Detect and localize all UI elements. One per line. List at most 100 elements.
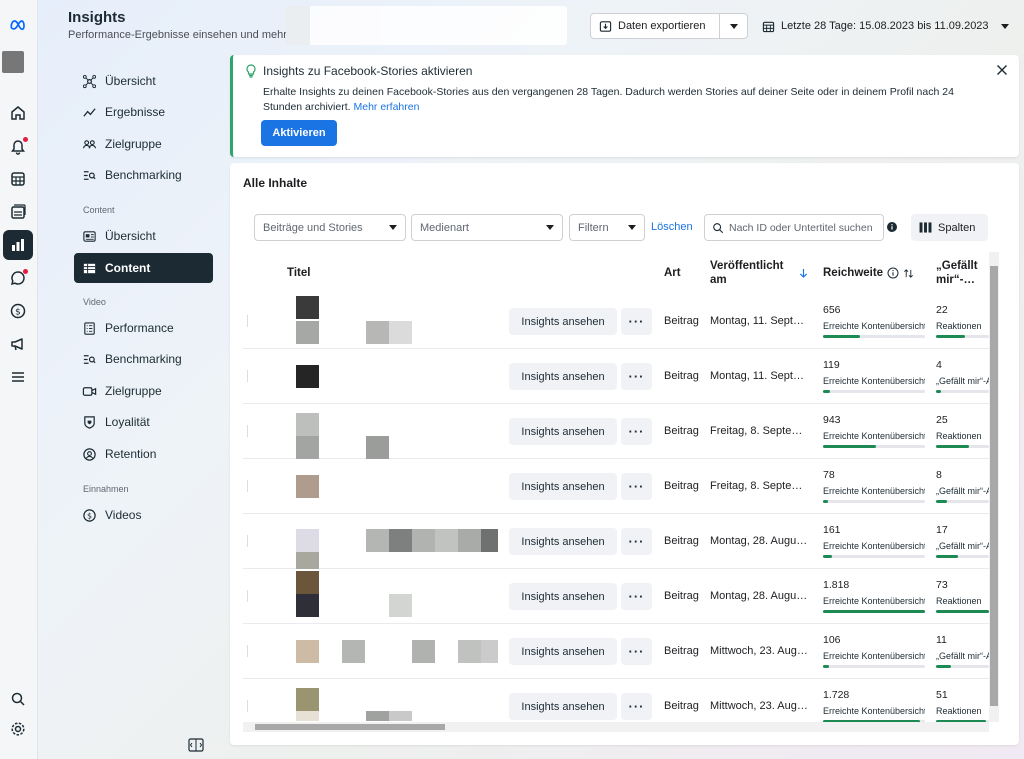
svg-text:$: $ [15, 308, 21, 318]
reach-bar [823, 500, 925, 503]
sidebar-item-benchmarking[interactable]: Benchmarking [74, 160, 213, 190]
sidebar-item-videos[interactable]: $ Videos [74, 500, 213, 530]
settings-gear-icon[interactable] [3, 714, 33, 744]
sidebar-item-retention[interactable]: Retention [74, 439, 213, 469]
meta-logo-icon[interactable] [3, 9, 33, 39]
post-date: Freitag, 8. September 2023 [710, 480, 810, 492]
view-insights-button[interactable]: Insights ansehen [509, 308, 617, 335]
inbox-icon[interactable] [3, 263, 33, 293]
search-icon[interactable] [3, 684, 33, 714]
view-insights-button[interactable]: Insights ansehen [509, 473, 617, 500]
column-header-published[interactable]: Veröffentlicht am [710, 252, 810, 294]
column-header-title[interactable]: Titel [287, 252, 310, 294]
sidebar-item-label: Übersicht [105, 74, 156, 88]
view-insights-button[interactable]: Insights ansehen [509, 583, 617, 610]
sidebar-item-label: Zielgruppe [105, 384, 162, 398]
view-insights-button[interactable]: Insights ansehen [509, 363, 617, 390]
sidebar-item-loyalty[interactable]: Loyalität [74, 407, 213, 437]
menu-icon[interactable] [3, 362, 33, 392]
notifications-icon[interactable] [3, 131, 33, 161]
info-icon[interactable] [887, 222, 897, 232]
reach-bar [823, 610, 925, 613]
column-header-likes[interactable]: „Gefällt mir“-… [936, 252, 989, 294]
post-type-filter[interactable]: Beiträge und Stories [254, 214, 406, 241]
sidebar-item-audience[interactable]: Zielgruppe [74, 129, 213, 159]
more-options-icon[interactable]: ··· [621, 363, 652, 390]
post-date: Montag, 11. September 2023 [710, 370, 810, 382]
activate-button[interactable]: Aktivieren [261, 120, 337, 146]
row-select[interactable] [247, 370, 253, 382]
close-icon[interactable] [995, 63, 1009, 77]
row-select[interactable] [247, 700, 253, 712]
home-icon[interactable] [3, 98, 33, 128]
sidebar-item-label: Zielgruppe [105, 137, 162, 151]
more-options-icon[interactable]: ··· [621, 528, 652, 555]
more-options-icon[interactable]: ··· [621, 418, 652, 445]
video-camera-icon [82, 386, 97, 396]
collapse-sidebar-icon[interactable] [188, 738, 204, 752]
search-input[interactable] [729, 221, 879, 234]
view-insights-button[interactable]: Insights ansehen [509, 693, 617, 720]
post-thumbnails [255, 349, 498, 404]
date-range-picker[interactable]: Letzte 28 Tage: 15.08.2023 bis 11.09.202… [762, 13, 1009, 39]
likes-label: „Gefällt mir“-Angaben [936, 376, 989, 386]
row-select[interactable] [247, 645, 253, 657]
table-header: Titel Art Veröffentlicht am Reichweite „… [243, 252, 989, 294]
likes-bar [936, 445, 989, 448]
monetization-icon[interactable]: $ [3, 296, 33, 326]
more-options-icon[interactable]: ··· [621, 308, 652, 335]
filter-label: Beiträge und Stories [263, 221, 363, 234]
sidebar-item-results[interactable]: Ergebnisse [74, 97, 213, 127]
reach-label: Erreichte Kontenübersicht [823, 651, 925, 661]
info-icon [887, 267, 899, 279]
post-thumbnails [255, 624, 498, 679]
more-options-icon[interactable]: ··· [621, 473, 652, 500]
learn-more-link[interactable]: Mehr erfahren [353, 101, 419, 113]
likes-bar [936, 500, 989, 503]
sidebar-item-video-audience[interactable]: Zielgruppe [74, 376, 213, 406]
sidebar-item-label: Loyalität [105, 415, 150, 429]
sidebar-item-content[interactable]: Content [74, 253, 213, 283]
sidebar-item-video-benchmarking[interactable]: Benchmarking [74, 344, 213, 374]
sidebar-item-content-overview[interactable]: Übersicht [74, 221, 213, 251]
column-header-type[interactable]: Art [664, 252, 681, 294]
horizontal-scroll-thumb[interactable] [255, 724, 445, 730]
column-header-reach[interactable]: Reichweite [823, 252, 914, 294]
likes-value: 25 [936, 414, 948, 426]
export-data-label: Daten exportieren [618, 20, 706, 32]
clear-filters-link[interactable]: Löschen [651, 221, 693, 233]
view-insights-button[interactable]: Insights ansehen [509, 638, 617, 665]
insights-icon[interactable] [3, 230, 33, 260]
planner-icon[interactable] [3, 164, 33, 194]
page-avatar[interactable] [2, 51, 24, 73]
ads-megaphone-icon[interactable] [3, 329, 33, 359]
more-options-icon[interactable]: ··· [621, 638, 652, 665]
columns-button[interactable]: Spalten [911, 214, 988, 241]
horizontal-scrollbar[interactable] [243, 722, 989, 732]
export-options-dropdown[interactable] [720, 13, 748, 39]
likes-bar [936, 610, 989, 613]
row-select[interactable] [247, 425, 253, 437]
sidebar-item-overview[interactable]: Übersicht [74, 66, 213, 96]
export-data-button[interactable]: Daten exportieren [590, 13, 720, 39]
post-date: Mittwoch, 23. August 2023 [710, 645, 810, 657]
media-type-filter[interactable]: Medienart [411, 214, 563, 241]
vertical-scroll-thumb[interactable] [990, 266, 998, 706]
reach-cell: 656 Erreichte Kontenübersicht [823, 304, 925, 338]
filter-dropdown[interactable]: Filtern [569, 214, 645, 241]
reach-label: Erreichte Kontenübersicht [823, 431, 925, 441]
row-select[interactable] [247, 590, 253, 602]
likes-value: 22 [936, 304, 948, 316]
row-select[interactable] [247, 480, 253, 492]
lightbulb-icon [246, 64, 256, 78]
sidebar-item-label: Performance [105, 321, 174, 335]
more-options-icon[interactable]: ··· [621, 583, 652, 610]
row-select[interactable] [247, 535, 253, 547]
content-library-icon[interactable] [3, 197, 33, 227]
more-options-icon[interactable]: ··· [621, 693, 652, 720]
vertical-scrollbar[interactable] [989, 252, 999, 722]
sidebar-item-performance[interactable]: Performance [74, 313, 213, 343]
view-insights-button[interactable]: Insights ansehen [509, 418, 617, 445]
view-insights-button[interactable]: Insights ansehen [509, 528, 617, 555]
row-select[interactable] [247, 315, 253, 327]
